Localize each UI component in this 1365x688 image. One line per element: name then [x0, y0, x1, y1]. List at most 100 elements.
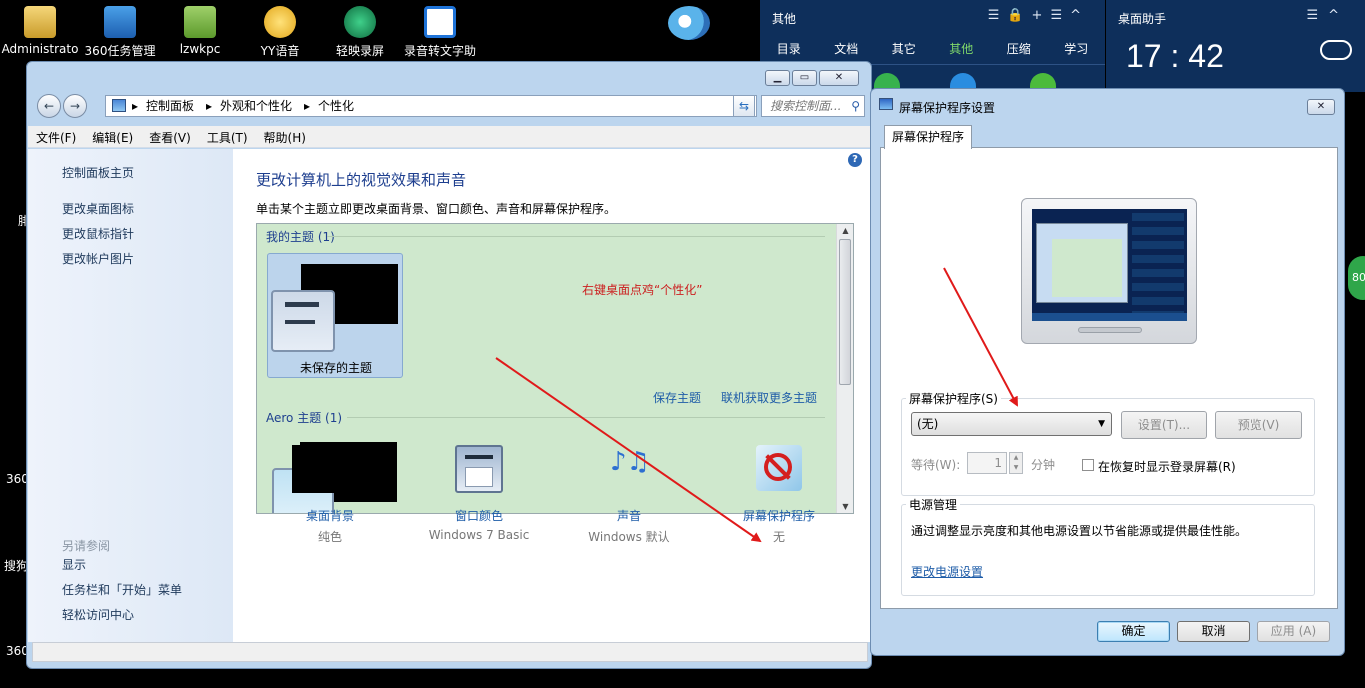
panel-tab[interactable]: 目录: [760, 40, 818, 57]
refresh-button[interactable]: ⇆: [733, 95, 755, 117]
desktop-icon-yy[interactable]: YY语音: [240, 6, 320, 59]
search-input[interactable]: 搜索控制面... ⚲: [761, 95, 865, 117]
close-button[interactable]: ✕: [819, 70, 859, 86]
desktop-icon-lzwkpc[interactable]: lzwkpc: [160, 6, 240, 56]
panel-tab[interactable]: 学习: [1048, 40, 1106, 57]
screen-record-icon: [344, 6, 376, 38]
see-also-ease-of-access[interactable]: 轻松访问中心: [62, 606, 134, 623]
screensaver-select[interactable]: (无) ▼: [911, 412, 1112, 436]
preview-button[interactable]: 预览(V): [1215, 411, 1302, 439]
desktop-icon-label: YY语音: [260, 44, 300, 58]
desktop-edge-label: 搜狗: [4, 559, 29, 573]
item-label: 桌面背景: [305, 509, 354, 523]
minimize-button[interactable]: ▁: [765, 70, 790, 86]
wait-minutes-input[interactable]: 1: [967, 452, 1007, 474]
floating-badge[interactable]: 80: [1348, 256, 1365, 300]
breadcrumb-item[interactable]: 外观和个性化: [220, 96, 292, 116]
breadcrumb-item[interactable]: 控制面板: [146, 96, 194, 116]
panel-tabs: 目录 文档 其它 其他 压缩 学习: [760, 40, 1105, 57]
nav-desktop-icons[interactable]: 更改桌面图标: [62, 200, 134, 217]
screensaver-icon: [756, 445, 802, 491]
resume-label: 在恢复时显示登录屏幕(R): [1098, 460, 1236, 474]
nav-mouse-pointer[interactable]: 更改鼠标指针: [62, 225, 134, 242]
control-panel-icon: [112, 99, 126, 112]
menu-help[interactable]: 帮助(H): [256, 126, 314, 147]
my-themes-header: 我的主题 (1): [266, 230, 335, 244]
cloud-weather-icon: [1320, 40, 1352, 60]
theme-preview-window: [271, 290, 335, 352]
panel-tab[interactable]: 文档: [818, 40, 876, 57]
item-sub: 纯色: [317, 530, 342, 544]
menu-edit[interactable]: 编辑(E): [84, 126, 141, 147]
item-sub: 无: [772, 530, 785, 544]
screensaver-settings-dialog: 屏幕保护程序设置 ✕ 屏幕保护程序 屏幕保护程序(S) (无) ▼ 设置(T).…: [870, 88, 1345, 656]
desktop-icon-360-task[interactable]: 360任务管理: [80, 6, 160, 59]
save-theme-link[interactable]: 保存主题: [653, 389, 701, 406]
page-title: 更改计算机上的视觉效果和声音: [256, 171, 467, 189]
sound-notes-icon: ♪♫: [610, 447, 650, 477]
wait-spinner[interactable]: ▲ ▼: [1009, 452, 1023, 474]
helper-title: 桌面助手: [1118, 12, 1167, 26]
item-sub: Windows 7 Basic: [428, 528, 530, 542]
group-title: 屏幕保护程序(S): [909, 392, 998, 406]
nav-control-panel-home[interactable]: 控制面板主页: [62, 164, 134, 181]
tab-screensaver[interactable]: 屏幕保护程序: [884, 125, 972, 149]
search-placeholder: 搜索控制面...: [770, 99, 842, 113]
theme-scrollbar[interactable]: ▲ ▼: [836, 224, 853, 513]
see-also-display[interactable]: 显示: [62, 556, 86, 573]
item-sub: Windows 默认: [588, 530, 670, 544]
resume-checkbox[interactable]: [1082, 459, 1094, 471]
cancel-button[interactable]: 取消: [1177, 621, 1250, 642]
back-button[interactable]: ←: [37, 94, 61, 118]
helper-controls[interactable]: ☰^: [1306, 8, 1349, 23]
status-bar: [32, 642, 868, 662]
panel-controls[interactable]: ☰🔒+☰^: [988, 8, 1089, 23]
section-divider: [327, 236, 825, 237]
android-apk-icon: [184, 6, 216, 38]
panel-tab[interactable]: 压缩: [990, 40, 1048, 57]
desktop-icon-administrator[interactable]: Administrato: [0, 6, 80, 56]
help-icon[interactable]: ?: [848, 153, 862, 167]
address-bar[interactable]: ▸ 控制面板 ▸ 外观和个性化 ▸ 个性化 ▼: [105, 95, 757, 117]
panel-tab-active[interactable]: 其他: [933, 40, 991, 57]
wait-label: 等待(W):: [911, 458, 961, 472]
menu-file[interactable]: 文件(F): [28, 126, 84, 147]
panel-title: 其他: [772, 12, 797, 26]
window-controls: ▁ ▭ ✕: [765, 70, 859, 86]
panel-tab[interactable]: 其它: [875, 40, 933, 57]
theme-label: 未保存的主题: [299, 361, 372, 375]
breadcrumb-sep: ▸: [206, 99, 213, 113]
maximize-button[interactable]: ▭: [792, 70, 817, 86]
menu-tools[interactable]: 工具(T): [199, 126, 256, 147]
annotation-text: 右键桌面点鸡“个性化”: [582, 283, 703, 297]
desktop-icon-label: Administrato: [1, 42, 79, 56]
desktop-icon-audio-to-text[interactable]: 录音转文字助: [400, 6, 480, 59]
settings-button[interactable]: 设置(T)...: [1121, 411, 1207, 439]
menu-view[interactable]: 查看(V): [141, 126, 199, 147]
chevron-down-icon: ▼: [1098, 419, 1105, 429]
see-also-taskbar[interactable]: 任务栏和「开始」菜单: [62, 581, 182, 598]
dialog-close-button[interactable]: ✕: [1307, 99, 1335, 115]
forward-button[interactable]: →: [63, 94, 87, 118]
apply-button[interactable]: 应用 (A): [1257, 621, 1330, 642]
clock: 17 : 42: [1126, 38, 1224, 74]
page-description: 单击某个主题立即更改桌面背景、窗口颜色、声音和屏幕保护程序。: [256, 202, 617, 216]
ok-button[interactable]: 确定: [1097, 621, 1170, 642]
menu-bar: 文件(F) 编辑(E) 查看(V) 工具(T) 帮助(H): [28, 126, 870, 148]
breadcrumb-item[interactable]: 个性化: [318, 96, 354, 116]
power-group: 电源管理: [901, 496, 1315, 596]
owl-mascot-icon[interactable]: [668, 6, 710, 40]
task-manager-icon: [104, 6, 136, 38]
scroll-up-icon[interactable]: ▲: [837, 226, 854, 235]
monitor-stand: [1078, 327, 1142, 333]
change-power-settings-link[interactable]: 更改电源设置: [911, 563, 983, 580]
power-description: 通过调整显示亮度和其他电源设置以节省能源或提供最佳性能。: [911, 524, 1248, 538]
personalization-window: ▁ ▭ ✕ ← → ▸ 控制面板 ▸ 外观和个性化 ▸ 个性化 ▼ ⇆ 搜索控制…: [26, 61, 872, 669]
breadcrumb-sep: ▸: [304, 99, 311, 113]
tab-page: 屏幕保护程序(S) (无) ▼ 设置(T)... 预览(V) 等待(W): 1 …: [880, 147, 1338, 609]
desktop-icon-recorder[interactable]: 轻映录屏: [320, 6, 400, 59]
scroll-thumb[interactable]: [839, 239, 851, 385]
theme-unsaved[interactable]: 未保存的主题: [267, 253, 403, 378]
nav-account-picture[interactable]: 更改帐户图片: [62, 250, 134, 267]
more-themes-link[interactable]: 联机获取更多主题: [721, 389, 817, 406]
